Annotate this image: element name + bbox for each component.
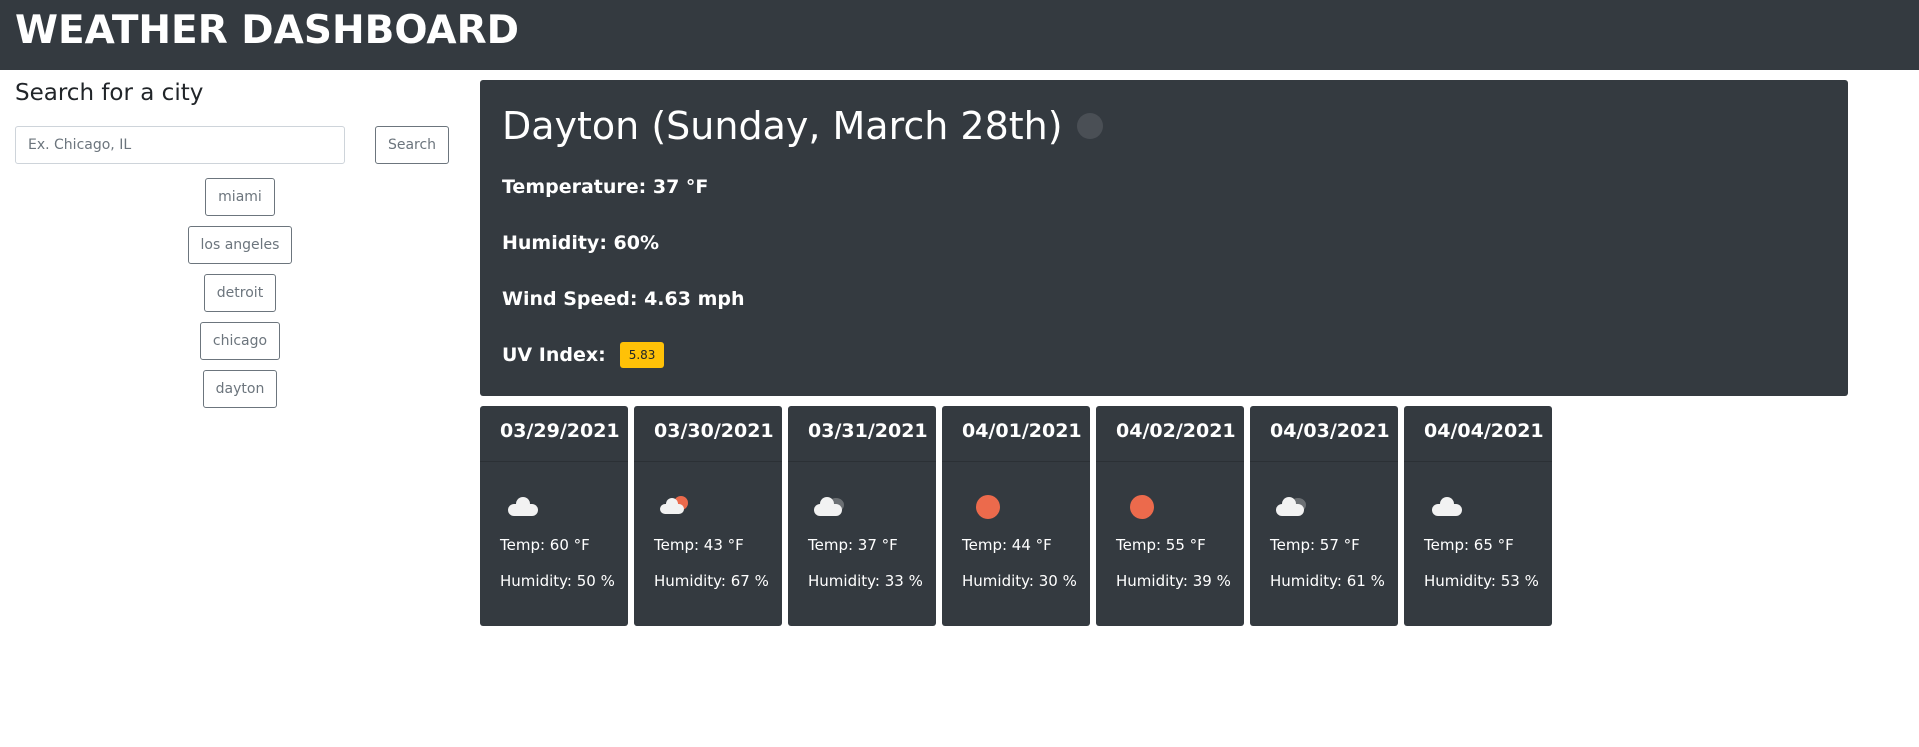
current-weather-icon bbox=[1076, 113, 1103, 139]
forecast-date: 04/01/2021 bbox=[942, 406, 1090, 462]
forecast-date: 04/04/2021 bbox=[1404, 406, 1552, 462]
forecast-date: 03/31/2021 bbox=[788, 406, 936, 462]
cloudy-icon bbox=[812, 494, 848, 520]
cloud-icon bbox=[1428, 494, 1464, 520]
forecast-card: 04/04/2021 Temp: 65 °F Humidity: 53 % bbox=[1404, 406, 1552, 626]
forecast-temp: Temp: 55 °F bbox=[1116, 536, 1206, 554]
forecast-humidity: Humidity: 33 % bbox=[808, 572, 923, 590]
sun-icon bbox=[966, 494, 1002, 520]
forecast-temp: Temp: 37 °F bbox=[808, 536, 898, 554]
cloudy-icon bbox=[1274, 494, 1310, 520]
forecast-temp: Temp: 43 °F bbox=[654, 536, 744, 554]
current-city-heading: Dayton (Sunday, March 28th) bbox=[502, 104, 1103, 148]
sun-icon bbox=[1120, 494, 1156, 520]
forecast-temp: Temp: 60 °F bbox=[500, 536, 590, 554]
rain-sun-icon bbox=[658, 494, 694, 520]
history-city-button[interactable]: detroit bbox=[203, 274, 277, 312]
history-city-button[interactable]: miami bbox=[205, 178, 275, 216]
forecast-humidity: Humidity: 61 % bbox=[1270, 572, 1385, 590]
forecast-humidity: Humidity: 39 % bbox=[1116, 572, 1231, 590]
history-city-button[interactable]: dayton bbox=[202, 370, 278, 408]
forecast-card: 03/29/2021 Temp: 60 °F Humidity: 50 % bbox=[480, 406, 628, 626]
forecast-humidity: Humidity: 67 % bbox=[654, 572, 769, 590]
current-uv-index: UV Index: 5.83 bbox=[502, 342, 665, 368]
top-navbar: WEATHER DASHBOARD bbox=[0, 0, 1919, 70]
forecast-date: 03/30/2021 bbox=[634, 406, 782, 462]
history-city-button[interactable]: los angeles bbox=[187, 226, 293, 264]
forecast-humidity: Humidity: 53 % bbox=[1424, 572, 1539, 590]
city-search-input[interactable] bbox=[15, 126, 345, 164]
current-humidity: Humidity: 60% bbox=[502, 232, 660, 254]
forecast-date: 04/02/2021 bbox=[1096, 406, 1244, 462]
forecast-date: 03/29/2021 bbox=[480, 406, 628, 462]
five-day-forecast: 03/29/2021 Temp: 60 °F Humidity: 50 % 03… bbox=[480, 406, 1552, 626]
page-title: WEATHER DASHBOARD bbox=[15, 8, 520, 53]
uv-index-label: UV Index: bbox=[502, 344, 606, 366]
forecast-card: 04/02/2021 Temp: 55 °F Humidity: 39 % bbox=[1096, 406, 1244, 626]
current-weather-panel: Dayton (Sunday, March 28th) bbox=[480, 80, 1848, 396]
city-date-label: Dayton (Sunday, March 28th) bbox=[502, 104, 1063, 148]
forecast-card: 03/31/2021 Temp: 37 °F Humidity: 33 % bbox=[788, 406, 936, 626]
forecast-temp: Temp: 57 °F bbox=[1270, 536, 1360, 554]
forecast-temp: Temp: 65 °F bbox=[1424, 536, 1514, 554]
search-history-list: miami los angeles detroit chicago dayton bbox=[15, 178, 465, 418]
forecast-humidity: Humidity: 30 % bbox=[962, 572, 1077, 590]
current-temperature: Temperature: 37 °F bbox=[502, 176, 709, 198]
history-city-button[interactable]: chicago bbox=[199, 322, 281, 360]
forecast-card: 03/30/2021 Temp: 43 °F Humidity: 67 % bbox=[634, 406, 782, 626]
search-button[interactable]: Search bbox=[375, 126, 449, 164]
cloud-icon bbox=[504, 494, 540, 520]
current-wind-speed: Wind Speed: 4.63 mph bbox=[502, 288, 745, 310]
forecast-card: 04/01/2021 Temp: 44 °F Humidity: 30 % bbox=[942, 406, 1090, 626]
forecast-humidity: Humidity: 50 % bbox=[500, 572, 615, 590]
uv-index-badge: 5.83 bbox=[619, 342, 665, 368]
search-heading: Search for a city bbox=[15, 80, 204, 106]
forecast-card: 04/03/2021 Temp: 57 °F Humidity: 61 % bbox=[1250, 406, 1398, 626]
forecast-date: 04/03/2021 bbox=[1250, 406, 1398, 462]
forecast-temp: Temp: 44 °F bbox=[962, 536, 1052, 554]
